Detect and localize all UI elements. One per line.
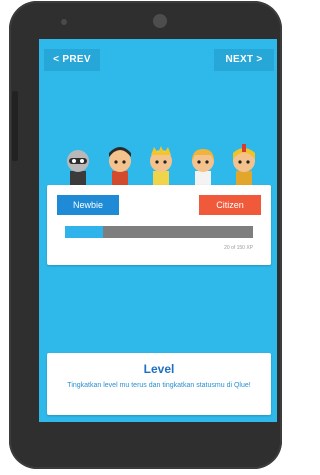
front-camera	[153, 14, 167, 28]
prev-button[interactable]: < PREV	[44, 49, 100, 71]
level-info-card: Level Tingkatkan level mu terus dan ting…	[47, 353, 271, 415]
avatar-row	[61, 143, 261, 187]
level-progress-card: Newbie Citizen 20 of 150 XP	[47, 185, 271, 265]
avatar-character-3	[150, 146, 172, 186]
xp-progress-bar	[65, 226, 253, 238]
phone-frame: < PREV NEXT > Newbie Citizen 20 of 150 X…	[9, 1, 282, 469]
next-button[interactable]: NEXT >	[214, 49, 274, 71]
phone-sensor-dot	[61, 19, 67, 25]
citizen-badge: Citizen	[199, 195, 261, 215]
xp-label: 20 of 150 XP	[224, 245, 253, 251]
avatar-character-1	[67, 150, 89, 186]
info-title: Level	[143, 362, 175, 376]
newbie-badge: Newbie	[57, 195, 119, 215]
xp-progress-fill	[65, 226, 103, 238]
avatar-character-2	[108, 147, 131, 186]
avatar-character-4	[191, 149, 214, 186]
info-description: Tingkatkan level mu terus dan tingkatkan…	[67, 382, 251, 389]
onboarding-screen: < PREV NEXT > Newbie Citizen 20 of 150 X…	[39, 39, 277, 422]
avatar-character-5	[233, 144, 255, 186]
phone-side-button	[12, 91, 18, 161]
